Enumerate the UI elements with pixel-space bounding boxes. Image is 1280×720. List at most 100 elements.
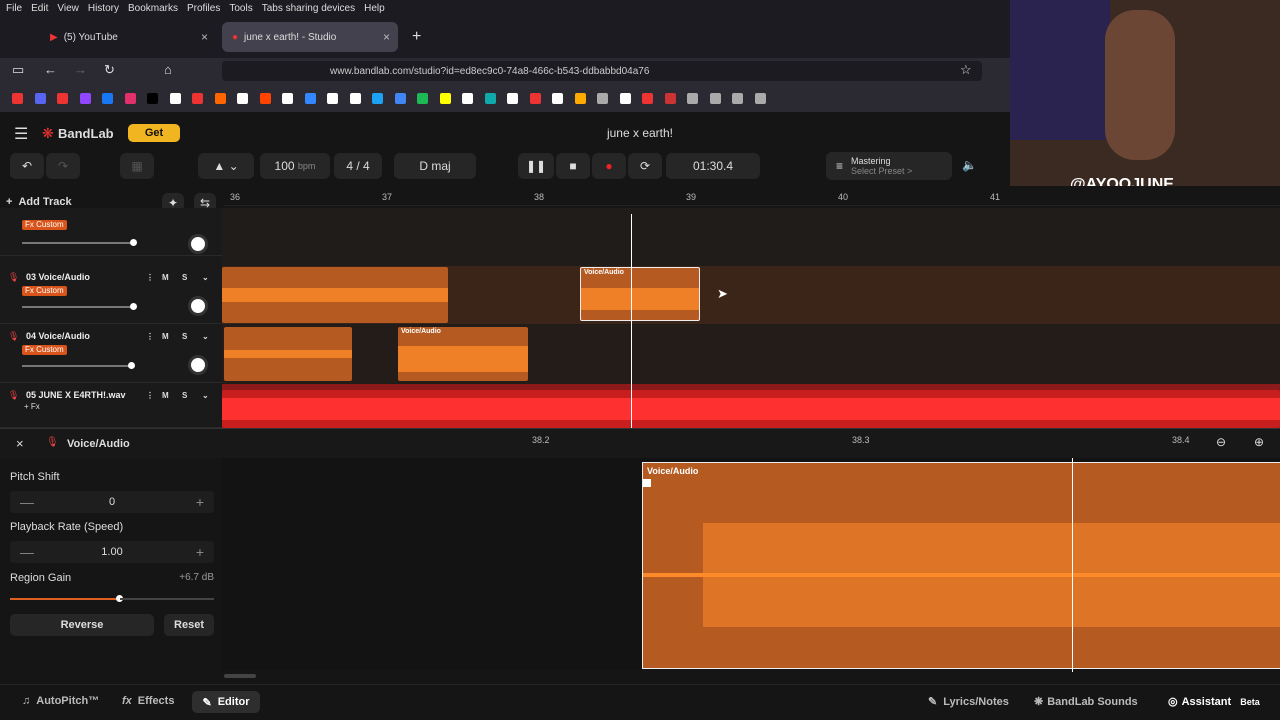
pan-knob[interactable] bbox=[188, 234, 208, 254]
pause-button[interactable]: ❚❚ bbox=[518, 153, 554, 179]
chevron-down-icon[interactable]: ⌄ bbox=[202, 273, 209, 282]
more-icon[interactable]: ⋮ bbox=[146, 273, 154, 282]
volume-slider[interactable] bbox=[22, 303, 137, 310]
region-handle[interactable] bbox=[643, 479, 651, 487]
get-button[interactable]: Get bbox=[128, 124, 180, 142]
pan-knob[interactable] bbox=[188, 355, 208, 375]
star-icon[interactable]: ☆ bbox=[960, 62, 972, 78]
stop-button[interactable]: ■ bbox=[556, 153, 590, 179]
reverse-button[interactable]: Reverse bbox=[10, 614, 154, 636]
mute-button[interactable]: M bbox=[162, 332, 169, 341]
menu-item[interactable]: Help bbox=[364, 3, 385, 14]
close-icon[interactable]: × bbox=[383, 30, 390, 44]
bookmark-icon[interactable] bbox=[57, 93, 68, 104]
assistant-tab[interactable]: ◎ Assistant Beta bbox=[1168, 695, 1260, 708]
bookmark-icon[interactable] bbox=[687, 93, 698, 104]
loop-button[interactable]: ⟳ bbox=[628, 153, 662, 179]
bookmark-icon[interactable] bbox=[417, 93, 428, 104]
track-name[interactable]: 05 JUNE X E4RTH!.wav bbox=[26, 390, 126, 400]
bookmark-icon[interactable] bbox=[394, 93, 406, 104]
bookmark-icon[interactable] bbox=[237, 93, 248, 104]
editor-region[interactable]: Voice/Audio bbox=[642, 462, 1280, 669]
bookmark-icon[interactable] bbox=[259, 93, 271, 104]
back-icon[interactable]: ← bbox=[44, 62, 57, 77]
bookmark-icon[interactable] bbox=[304, 93, 316, 104]
pitch-shift-value[interactable]: 0 bbox=[10, 496, 214, 508]
bookmark-icon[interactable] bbox=[169, 93, 181, 104]
track-header[interactable]: Fx Custom bbox=[0, 204, 222, 256]
track-name[interactable]: 04 Voice/Audio bbox=[26, 331, 90, 341]
menu-item[interactable]: History bbox=[88, 3, 119, 14]
bookmark-icon[interactable] bbox=[462, 93, 473, 104]
pitch-shift-stepper[interactable]: — 0 + bbox=[10, 491, 214, 513]
zoom-out-icon[interactable]: ⊖ bbox=[1216, 435, 1226, 449]
bookmark-icon[interactable] bbox=[214, 93, 226, 104]
bookmark-icon[interactable] bbox=[79, 93, 91, 104]
redo-button[interactable]: ↷ bbox=[46, 153, 80, 179]
menu-item[interactable]: Edit bbox=[31, 3, 48, 14]
plus-icon[interactable]: + bbox=[196, 494, 204, 510]
solo-button[interactable]: S bbox=[182, 273, 187, 282]
mute-button[interactable]: M bbox=[162, 273, 169, 282]
bookmark-icon[interactable] bbox=[574, 93, 586, 104]
menu-item[interactable]: File bbox=[6, 3, 22, 14]
autopitch-tab[interactable]: ♫ AutoPitch™ bbox=[22, 695, 99, 707]
menu-item[interactable]: Tabs sharing devices bbox=[262, 3, 355, 14]
chevron-down-icon[interactable]: ⌄ bbox=[202, 391, 209, 400]
horizontal-scrollbar[interactable] bbox=[224, 674, 256, 678]
speaker-icon[interactable]: 🔈 bbox=[962, 158, 977, 172]
solo-button[interactable]: S bbox=[182, 332, 187, 341]
bookmark-icon[interactable] bbox=[732, 93, 743, 104]
bookmark-icon[interactable] bbox=[34, 93, 46, 104]
audio-region[interactable] bbox=[222, 390, 1280, 428]
chevron-down-icon[interactable]: ⌄ bbox=[202, 332, 209, 341]
bookmark-icon[interactable] bbox=[102, 93, 113, 104]
track-header[interactable]: 🎙 03 Voice/Audio Fx Custom ⋮ M S ⌄ bbox=[0, 266, 222, 324]
audio-region[interactable] bbox=[222, 267, 448, 323]
audio-region[interactable] bbox=[224, 327, 352, 381]
mute-button[interactable]: M bbox=[162, 391, 169, 400]
track-lane[interactable] bbox=[222, 384, 1280, 428]
key-selector[interactable]: D maj bbox=[394, 153, 476, 179]
region-gain-slider[interactable] bbox=[10, 595, 123, 602]
bookmark-icon[interactable] bbox=[619, 93, 631, 104]
bookmark-icon[interactable] bbox=[124, 93, 136, 104]
lyrics-tab[interactable]: ✎ Lyrics/Notes bbox=[928, 695, 1009, 708]
plus-icon[interactable]: + bbox=[196, 544, 204, 560]
bookmark-icon[interactable] bbox=[12, 93, 23, 104]
bpm-field[interactable]: 100 bpm bbox=[260, 153, 330, 179]
mastering-button[interactable]: ≡ Mastering Select Preset > bbox=[826, 152, 952, 180]
menu-item[interactable]: Profiles bbox=[187, 3, 220, 14]
fx-badge[interactable]: Fx Custom bbox=[22, 286, 67, 296]
bookmark-icon[interactable] bbox=[754, 93, 766, 104]
menu-item[interactable]: View bbox=[57, 3, 79, 14]
bookmark-icon[interactable] bbox=[327, 93, 338, 104]
bookmark-icon[interactable] bbox=[664, 93, 676, 104]
track-lane[interactable]: Voice/Audio bbox=[222, 266, 1280, 324]
undo-button[interactable]: ↶ bbox=[10, 153, 44, 179]
menu-item[interactable]: Tools bbox=[229, 3, 252, 14]
track-name[interactable]: 03 Voice/Audio bbox=[26, 272, 90, 282]
tab-youtube[interactable]: ▶ (5) YouTube × bbox=[40, 22, 216, 52]
menu-icon[interactable]: ☰ bbox=[14, 124, 28, 144]
pan-knob[interactable] bbox=[188, 296, 208, 316]
menu-item[interactable]: Bookmarks bbox=[128, 3, 178, 14]
bookmark-icon[interactable] bbox=[192, 93, 203, 104]
sounds-tab[interactable]: ❋ BandLab Sounds bbox=[1034, 695, 1138, 708]
solo-button[interactable]: S bbox=[182, 391, 187, 400]
bookmark-icon[interactable] bbox=[484, 93, 496, 104]
forward-icon[interactable]: → bbox=[74, 62, 87, 77]
metronome-button[interactable]: ▲ ⌄ bbox=[198, 153, 254, 179]
bookmark-icon[interactable] bbox=[372, 93, 383, 104]
time-signature[interactable]: 4 / 4 bbox=[334, 153, 382, 179]
bookmark-icon[interactable] bbox=[709, 93, 721, 104]
reload-icon[interactable]: ↻ bbox=[104, 62, 115, 78]
effects-tab[interactable]: fx Effects bbox=[122, 695, 174, 707]
bookmark-icon[interactable] bbox=[507, 93, 518, 104]
editor-playhead[interactable] bbox=[1072, 458, 1073, 672]
audio-region[interactable]: Voice/Audio bbox=[398, 327, 528, 381]
close-icon[interactable]: × bbox=[16, 436, 24, 451]
project-title[interactable]: june x earth! bbox=[560, 126, 720, 140]
add-fx-button[interactable]: + Fx bbox=[24, 402, 40, 411]
bookmark-icon[interactable] bbox=[282, 93, 293, 104]
